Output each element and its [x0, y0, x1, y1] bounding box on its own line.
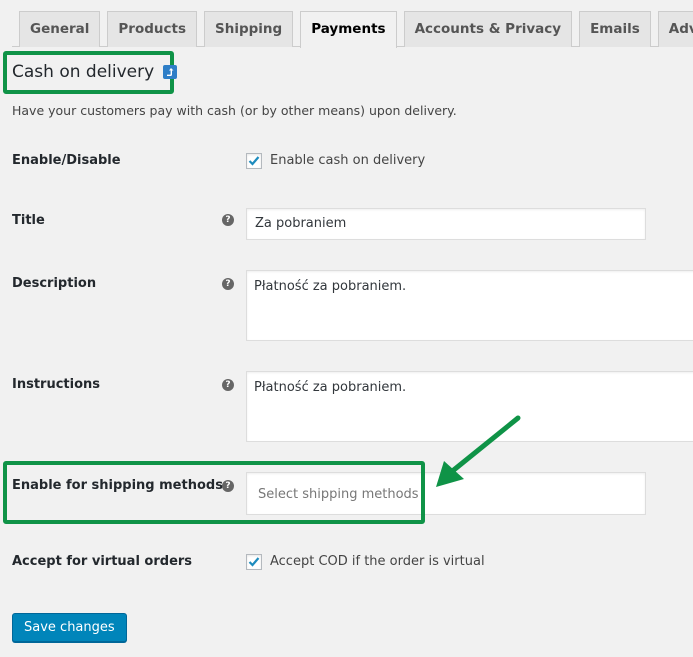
page-heading: Cash on delivery	[12, 62, 178, 82]
tab-emails[interactable]: Emails	[579, 11, 651, 47]
return-link-icon[interactable]	[163, 65, 178, 79]
help-icon[interactable]: ?	[222, 278, 234, 290]
gateway-description: Have your customers pay with cash (or by…	[12, 103, 457, 118]
enable-cod-checkbox[interactable]	[246, 153, 262, 169]
virtual-orders-checkbox-label[interactable]: Accept COD if the order is virtual	[270, 554, 485, 569]
description-textarea[interactable]: Płatność za pobraniem.	[246, 270, 693, 341]
instructions-label: Instructions	[12, 377, 101, 392]
tab-general[interactable]: General	[19, 11, 101, 47]
checkmark-icon	[248, 557, 260, 567]
checkmark-icon	[248, 156, 260, 166]
title-input[interactable]: Za pobraniem	[246, 208, 646, 240]
enable-cod-checkbox-label[interactable]: Enable cash on delivery	[270, 153, 425, 168]
title-label: Title	[12, 213, 45, 228]
help-icon[interactable]: ?	[222, 214, 234, 226]
tab-payments[interactable]: Payments	[300, 11, 397, 48]
enable-disable-label: Enable/Disable	[12, 153, 121, 168]
pointer-arrow-icon	[436, 415, 521, 487]
tab-accounts-privacy[interactable]: Accounts & Privacy	[403, 11, 573, 47]
tab-products[interactable]: Products	[107, 11, 197, 47]
shipping-methods-label: Enable for shipping methods	[12, 478, 223, 493]
tab-shipping[interactable]: Shipping	[204, 11, 294, 47]
settings-tabs: General Products Shipping Payments Accou…	[12, 11, 693, 48]
tab-advanced[interactable]: Advanced	[657, 11, 693, 47]
description-label: Description	[12, 276, 97, 291]
help-icon[interactable]: ?	[222, 379, 234, 391]
help-icon[interactable]: ?	[222, 480, 234, 492]
virtual-orders-label: Accept for virtual orders	[12, 554, 193, 569]
virtual-orders-checkbox[interactable]	[246, 554, 262, 570]
save-changes-button[interactable]: Save changes	[12, 613, 127, 642]
page-title: Cash on delivery	[12, 62, 155, 82]
